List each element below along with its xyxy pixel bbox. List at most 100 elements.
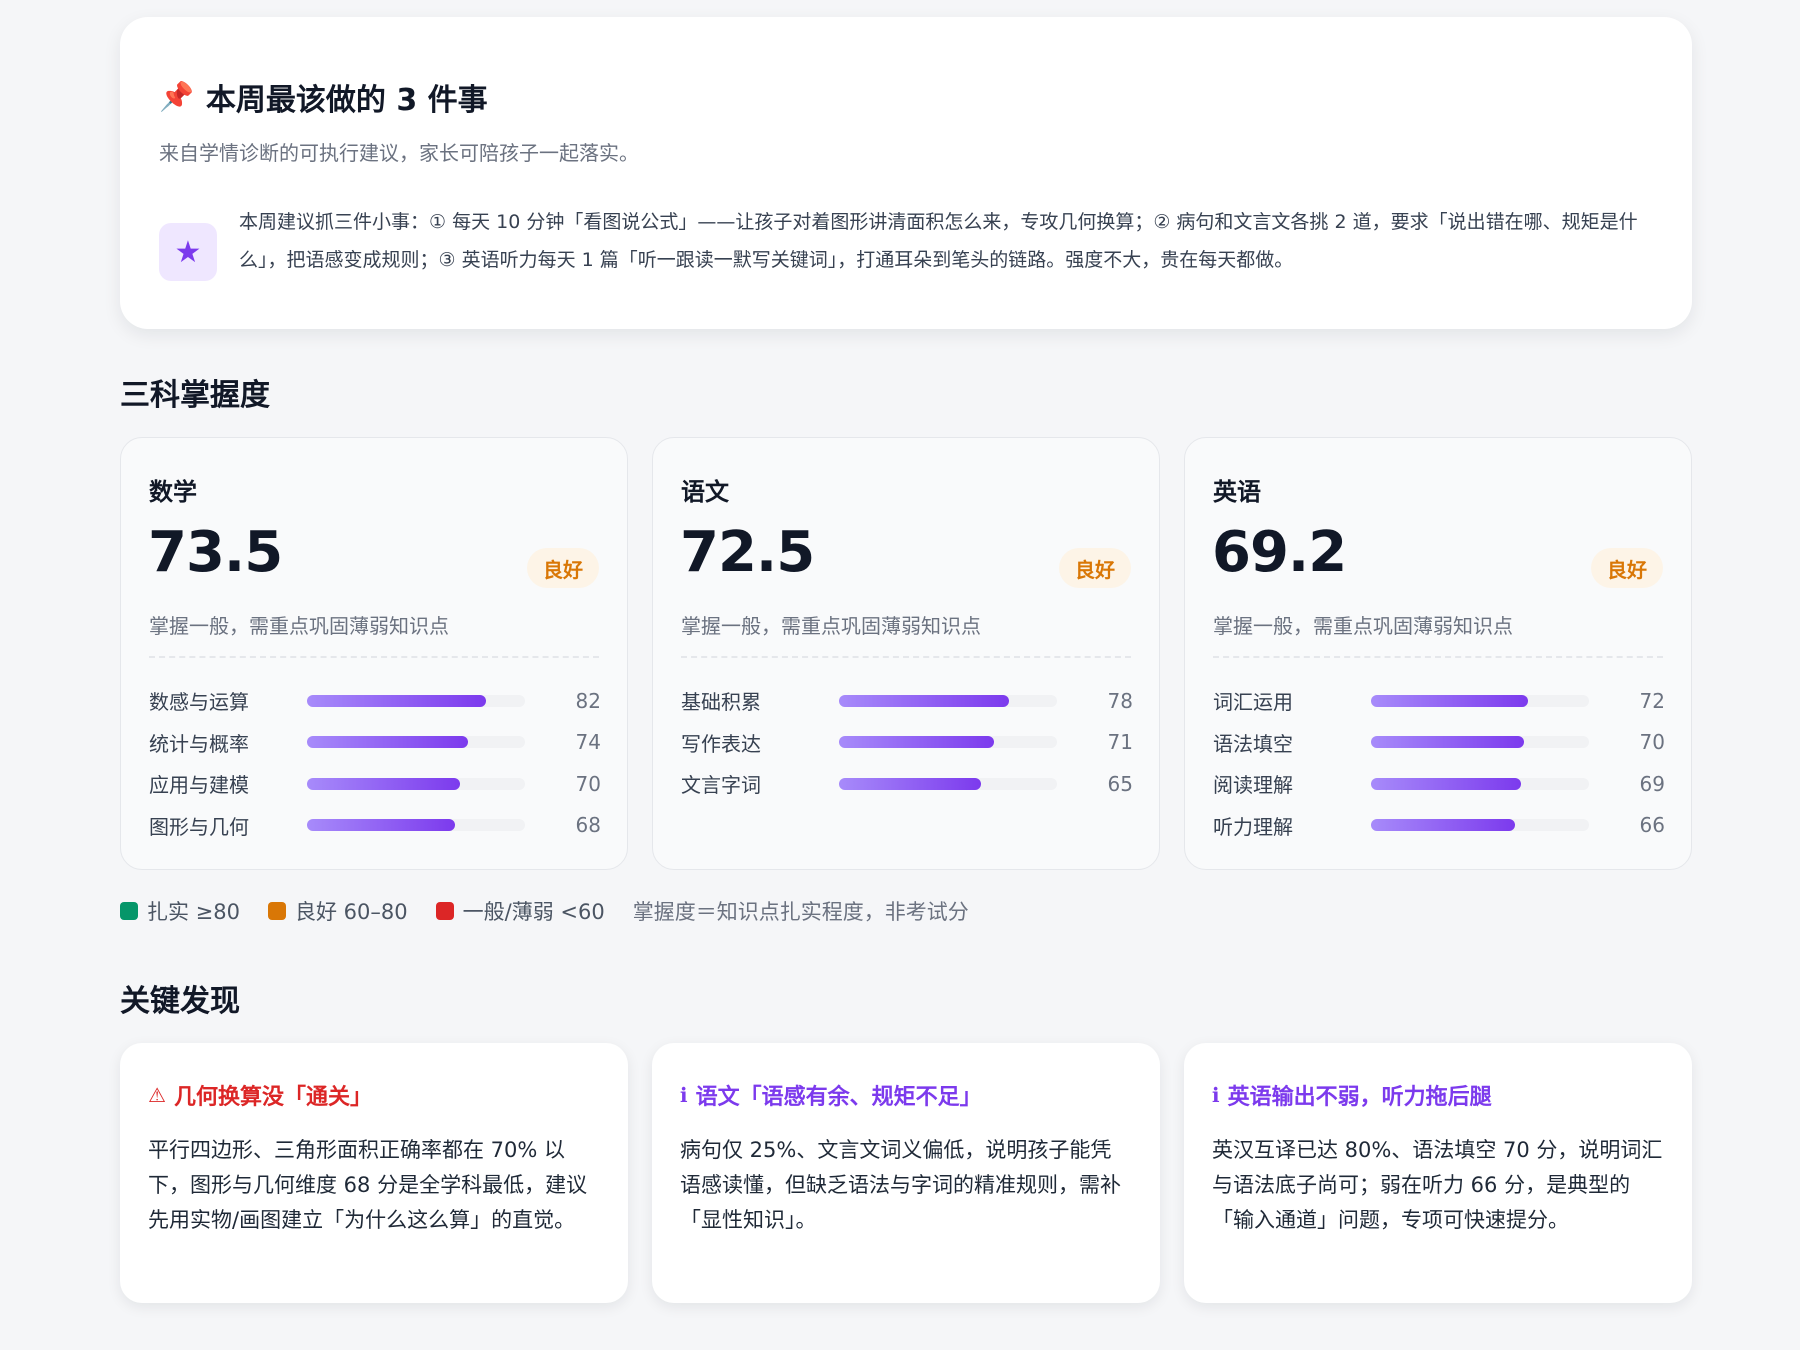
skill-value: 74 xyxy=(575,730,601,755)
skill-progress-fill xyxy=(1371,777,1522,790)
skill-row: 基础积累 78 xyxy=(681,680,1133,722)
skill-value: 71 xyxy=(1107,730,1133,755)
skill-row: 应用与建模 70 xyxy=(149,763,601,805)
skill-progress-track xyxy=(839,777,1057,790)
legend-swatch xyxy=(268,902,286,920)
finding-title-row: ⚠ 几何换算没「通关」 xyxy=(148,1079,372,1111)
skill-row: 图形与几何 68 xyxy=(149,805,601,847)
legend-swatch xyxy=(435,902,454,920)
legend-swatch xyxy=(120,902,138,920)
finding-card-chinese: ℹ 语文「语感有余、规矩不足」 病句仅 25%、文言文词义偏低，说明孩子能凭语感… xyxy=(652,1043,1160,1303)
skill-row: 听力理解 66 xyxy=(1213,805,1665,847)
finding-title: 语文「语感有余、规矩不足」 xyxy=(695,1085,982,1110)
skill-progress-fill xyxy=(307,819,456,832)
legend-label: 良好 60–80 xyxy=(295,900,408,924)
finding-body: 病句仅 25%、文言文词义偏低，说明孩子能凭语感读懂，但缺乏语法与字词的精准规则… xyxy=(680,1138,1121,1232)
skill-progress-track xyxy=(1371,694,1589,707)
divider xyxy=(149,656,599,658)
divider xyxy=(1213,656,1663,658)
level-badge: 良好 xyxy=(1591,548,1663,588)
level-badge: 良好 xyxy=(527,548,599,588)
warning-icon: ⚠ xyxy=(148,1083,166,1107)
info-icon: ℹ xyxy=(1212,1083,1220,1107)
subject-card-chinese: 语文 72.5 良好 掌握一般，需重点巩固薄弱知识点 基础积累 78 写作表达 71 文… xyxy=(652,437,1160,870)
mastery-section-title: 三科掌握度 xyxy=(120,378,270,413)
skill-progress-fill xyxy=(1371,819,1515,832)
skill-progress-fill xyxy=(839,736,994,749)
weekly-tip-text: 本周建议抓三件小事：① 每天 10 分钟「看图说公式」——让孩子对着图形讲清面积… xyxy=(239,211,1638,271)
subject-note: 掌握一般，需重点巩固薄弱知识点 xyxy=(681,614,981,638)
skill-value: 68 xyxy=(575,813,601,838)
legend-item-solid: 扎实 ≥80 xyxy=(120,896,240,926)
weekly-tasks-card: 📌 本周最该做的 3 件事 来自学情诊断的可执行建议，家长可陪孩子一起落实。 ★… xyxy=(120,17,1692,329)
weekly-tasks-subtitle: 来自学情诊断的可执行建议，家长可陪孩子一起落实。 xyxy=(159,141,639,165)
legend-item-good: 良好 60–80 xyxy=(268,896,408,926)
skill-progress-fill xyxy=(307,736,469,749)
skill-label: 阅读理解 xyxy=(1213,773,1293,798)
finding-card-english: ℹ 英语输出不弱，听力拖后腿 英汉互译已达 80%、语法填空 70 分，说明词汇… xyxy=(1184,1043,1692,1303)
skill-label: 基础积累 xyxy=(681,690,761,715)
skill-value: 70 xyxy=(575,771,601,796)
skill-progress-track xyxy=(839,694,1057,707)
skill-label: 应用与建模 xyxy=(149,773,249,798)
legend-item-weak: 一般/薄弱 <60 xyxy=(435,896,605,926)
findings-section-title: 关键发现 xyxy=(120,984,240,1019)
divider xyxy=(681,656,1131,658)
subject-score: 72.5 xyxy=(680,520,815,585)
skill-row: 写作表达 71 xyxy=(681,722,1133,764)
skill-value: 69 xyxy=(1639,771,1665,796)
skill-value: 66 xyxy=(1639,813,1665,838)
skill-row: 语法填空 70 xyxy=(1213,722,1665,764)
subject-note: 掌握一般，需重点巩固薄弱知识点 xyxy=(1213,614,1513,638)
subject-card-math: 数学 73.5 良好 掌握一般，需重点巩固薄弱知识点 数感与运算 82 统计与概率 7… xyxy=(120,437,628,870)
skill-row: 文言字词 65 xyxy=(681,763,1133,805)
skill-progress-fill xyxy=(839,777,981,790)
subject-note: 掌握一般，需重点巩固薄弱知识点 xyxy=(149,614,449,638)
legend-label: 扎实 ≥80 xyxy=(147,900,240,924)
skill-progress-fill xyxy=(839,694,1010,707)
skill-label: 语法填空 xyxy=(1213,731,1293,756)
subject-score: 73.5 xyxy=(148,520,283,585)
skill-list: 基础积累 78 写作表达 71 文言字词 65 xyxy=(681,680,1133,805)
weekly-tasks-title: 本周最该做的 3 件事 xyxy=(205,83,488,118)
skill-row: 数感与运算 82 xyxy=(149,680,601,722)
info-icon: ℹ xyxy=(680,1083,688,1107)
skill-progress-track xyxy=(307,819,525,832)
finding-title: 英语输出不弱，听力拖后腿 xyxy=(1227,1085,1492,1110)
legend-note: 掌握度＝知识点扎实程度，非考试分 xyxy=(632,900,969,924)
skill-progress-track xyxy=(1371,777,1589,790)
skill-value: 65 xyxy=(1107,771,1133,796)
pushpin-icon: 📌 xyxy=(159,80,194,113)
finding-body: 英汉互译已达 80%、语法填空 70 分，说明词汇与语法底子尚可；弱在听力 66… xyxy=(1212,1138,1663,1232)
skill-row: 统计与概率 74 xyxy=(149,722,601,764)
finding-title-row: ℹ 英语输出不弱，听力拖后腿 xyxy=(1212,1079,1492,1111)
skill-list: 词汇运用 72 语法填空 70 阅读理解 69 听力理解 66 xyxy=(1213,680,1665,846)
skill-progress-track xyxy=(307,777,525,790)
skill-progress-fill xyxy=(1371,736,1524,749)
skill-value: 78 xyxy=(1107,688,1133,713)
skill-label: 统计与概率 xyxy=(149,731,249,756)
level-badge: 良好 xyxy=(1059,548,1131,588)
skill-value: 70 xyxy=(1639,730,1665,755)
skill-label: 写作表达 xyxy=(681,731,761,756)
skill-value: 82 xyxy=(575,688,601,713)
finding-title-row: ℹ 语文「语感有余、规矩不足」 xyxy=(680,1079,982,1111)
skill-label: 文言字词 xyxy=(681,773,761,798)
skill-progress-track xyxy=(307,736,525,749)
skill-label: 数感与运算 xyxy=(149,690,249,715)
subject-name: 英语 xyxy=(1213,478,1261,506)
skill-label: 词汇运用 xyxy=(1213,690,1293,715)
subject-name: 数学 xyxy=(149,478,197,506)
skill-progress-fill xyxy=(1371,694,1528,707)
weekly-tip: ★ 本周建议抓三件小事：① 每天 10 分钟「看图说公式」——让孩子对着图形讲清… xyxy=(159,203,1659,281)
skill-progress-track xyxy=(839,736,1057,749)
skill-progress-track xyxy=(1371,819,1589,832)
star-icon: ★ xyxy=(159,223,217,281)
weekly-tasks-title-row: 📌 本周最该做的 3 件事 xyxy=(159,75,488,119)
subject-score: 69.2 xyxy=(1212,520,1347,585)
legend-label: 一般/薄弱 <60 xyxy=(462,900,605,924)
subject-card-english: 英语 69.2 良好 掌握一般，需重点巩固薄弱知识点 词汇运用 72 语法填空 70 阅… xyxy=(1184,437,1692,870)
subject-name: 语文 xyxy=(681,478,729,506)
skill-value: 72 xyxy=(1639,688,1665,713)
skill-list: 数感与运算 82 统计与概率 74 应用与建模 70 图形与几何 68 xyxy=(149,680,601,846)
